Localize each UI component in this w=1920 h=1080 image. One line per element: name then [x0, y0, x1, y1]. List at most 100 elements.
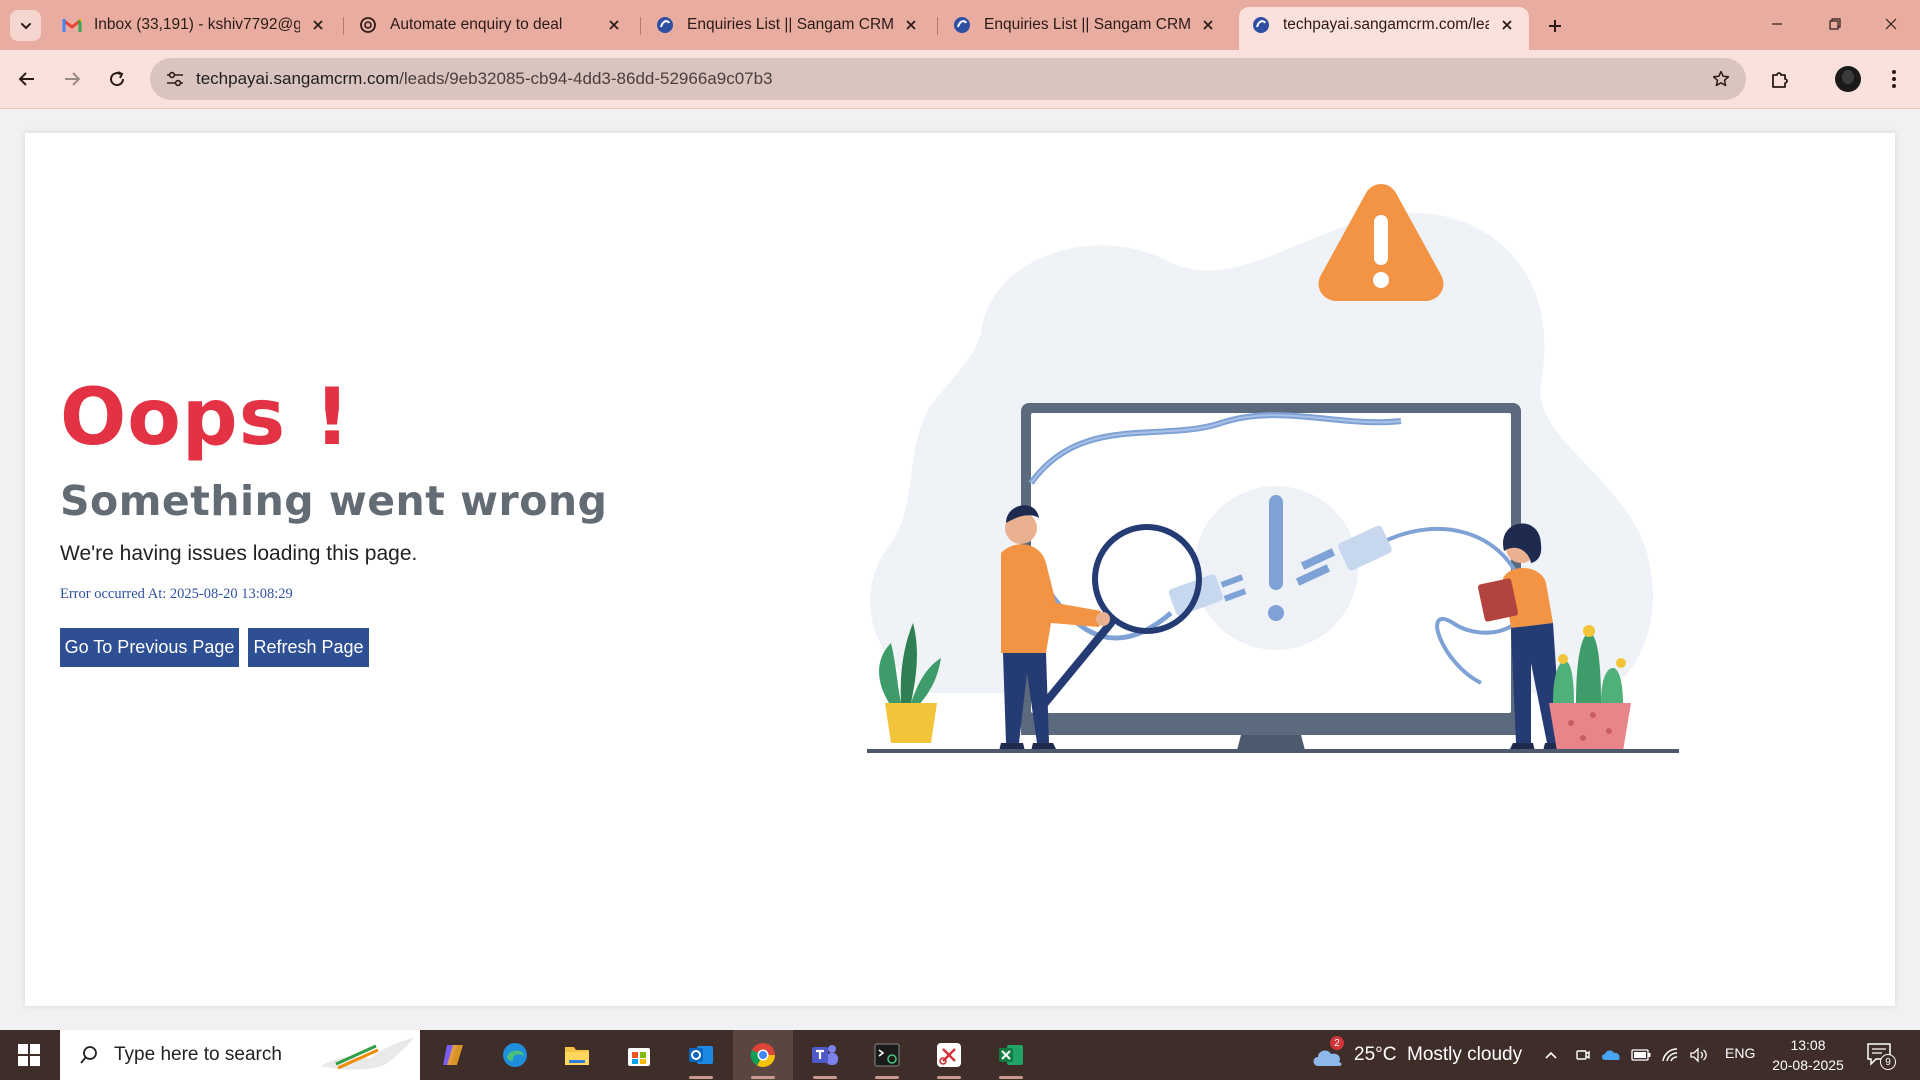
taskbar-outlook[interactable]	[671, 1030, 731, 1080]
taskbar-snipping-tool[interactable]	[919, 1030, 979, 1080]
taskbar-teams[interactable]	[795, 1030, 855, 1080]
page-viewport: Oops ! Something went wrong We're having…	[0, 109, 1920, 1030]
arrow-right-icon	[65, 72, 81, 86]
store-icon	[628, 1048, 650, 1066]
taskbar-chrome[interactable]	[733, 1030, 793, 1080]
close-icon[interactable]	[901, 15, 921, 35]
address-bar[interactable]: techpayai.sangamcrm.com/leads/9eb32085-c…	[150, 58, 1746, 100]
error-illustration	[867, 184, 1679, 753]
tab-title: Enquiries List || Sangam CRM	[687, 16, 893, 33]
windows-logo-icon	[18, 1044, 40, 1066]
refresh-page-button[interactable]: Refresh Page	[248, 628, 369, 667]
url-path: /leads/9eb32085-cb94-4dd3-86dd-52966a9c0…	[399, 69, 773, 88]
site-info-icon[interactable]	[160, 64, 190, 94]
go-to-previous-page-button[interactable]: Go To Previous Page	[60, 628, 239, 667]
volume-icon[interactable]	[1688, 1044, 1710, 1066]
tab-gmail[interactable]: Inbox (33,191) - kshiv7792@gmail.com - G…	[50, 8, 340, 42]
gmail-icon	[62, 15, 82, 35]
extensions-button[interactable]	[1763, 62, 1797, 96]
url-text: techpayai.sangamcrm.com/leads/9eb32085-c…	[196, 69, 773, 89]
notifications-button[interactable]: 9	[1866, 1042, 1896, 1070]
reload-button[interactable]	[100, 62, 134, 96]
folder-icon	[565, 1047, 589, 1065]
windows-taskbar: Type here to search 2 25°C Mostly cloudy…	[0, 1030, 1920, 1080]
tab-search-button[interactable]	[10, 10, 41, 41]
close-icon[interactable]	[604, 15, 624, 35]
sangam-crm-icon	[655, 15, 675, 35]
close-icon[interactable]	[1497, 15, 1517, 35]
taskbar-edge[interactable]	[485, 1030, 545, 1080]
tab-title: Automate enquiry to deal	[390, 16, 563, 33]
puzzle-icon	[1772, 72, 1788, 88]
chrome-icon	[750, 1043, 775, 1068]
close-icon[interactable]	[308, 15, 328, 35]
tab-title: Inbox (33,191) - kshiv7792@gmail.com - G…	[94, 16, 300, 33]
error-message: We're having issues loading this page.	[60, 542, 418, 565]
sangam-crm-icon	[1251, 15, 1271, 35]
close-window-button[interactable]	[1862, 0, 1920, 48]
taskbar-search[interactable]: Type here to search	[60, 1030, 420, 1080]
more-vertical-icon	[1892, 70, 1896, 88]
teams-icon	[812, 1045, 838, 1065]
tab-title: techpayai.sangamcrm.com/leads/9eb32085-c…	[1283, 15, 1489, 33]
meet-now-icon[interactable]	[1572, 1044, 1594, 1066]
error-heading: Something went wrong	[60, 477, 608, 525]
chevron-down-icon	[20, 22, 31, 29]
forward-button[interactable]	[55, 62, 89, 96]
running-indicator	[937, 1076, 961, 1079]
cloud-icon: 2	[1310, 1036, 1346, 1070]
minimize-icon	[1772, 23, 1782, 25]
wifi-icon[interactable]	[1660, 1044, 1682, 1066]
taskbar-store[interactable]	[609, 1030, 669, 1080]
terminal-icon	[874, 1043, 900, 1067]
search-placeholder: Type here to search	[114, 1044, 282, 1065]
oops-heading: Oops !	[60, 373, 351, 463]
tab-title: Enquiries List || Sangam CRM	[984, 16, 1190, 33]
running-indicator	[689, 1076, 713, 1079]
close-icon	[1885, 18, 1897, 30]
input-language[interactable]: ENG	[1725, 1045, 1755, 1061]
taskbar-excel[interactable]	[981, 1030, 1041, 1080]
running-indicator	[751, 1076, 775, 1079]
new-tab-button[interactable]	[1541, 12, 1569, 40]
search-highlight-bird-icon	[321, 1038, 414, 1070]
chatgpt-icon	[358, 15, 378, 35]
taskbar-file-explorer[interactable]	[547, 1030, 607, 1080]
onedrive-icon[interactable]	[1600, 1044, 1622, 1066]
error-timestamp: Error occurred At: 2025-08-20 13:08:29	[60, 586, 293, 602]
tab-separator	[640, 17, 641, 35]
taskbar-terminal[interactable]	[857, 1030, 917, 1080]
clock[interactable]: 13:08 20-08-2025	[1768, 1035, 1848, 1075]
edge-icon	[503, 1043, 527, 1067]
show-hidden-icons-button[interactable]	[1540, 1044, 1562, 1066]
outlook-icon	[689, 1046, 713, 1064]
tab-separator	[937, 17, 938, 35]
ground-line	[867, 749, 1679, 753]
battery-icon[interactable]	[1630, 1044, 1652, 1066]
snipping-tool-icon	[937, 1043, 961, 1067]
excel-icon	[999, 1045, 1023, 1065]
browser-menu-button[interactable]	[1877, 62, 1911, 96]
profile-button[interactable]	[1831, 62, 1865, 96]
tab-enquiries-list[interactable]: Enquiries List || Sangam CRM	[643, 8, 933, 42]
tab-enquiries-list-2[interactable]: Enquiries List || Sangam CRM	[940, 8, 1230, 42]
chevron-up-icon	[1545, 1051, 1557, 1059]
restore-icon	[1829, 18, 1841, 30]
sangam-crm-icon	[952, 15, 972, 35]
weather-text: 25°C Mostly cloudy	[1354, 1044, 1523, 1065]
search-icon	[74, 1040, 104, 1070]
start-button[interactable]	[0, 1030, 58, 1080]
browser-toolbar: techpayai.sangamcrm.com/leads/9eb32085-c…	[0, 50, 1920, 108]
tab-active-lead[interactable]: techpayai.sangamcrm.com/leads/9eb32085-c…	[1239, 7, 1529, 50]
restore-button[interactable]	[1806, 0, 1864, 48]
weather-widget[interactable]: 2 25°C Mostly cloudy	[1310, 1030, 1522, 1080]
plus-icon	[1549, 20, 1561, 32]
bookmark-star-icon[interactable]	[1706, 64, 1736, 94]
close-icon[interactable]	[1198, 15, 1218, 35]
minimize-button[interactable]	[1748, 0, 1806, 48]
tab-separator	[343, 17, 344, 35]
reload-icon	[110, 71, 125, 87]
taskbar-copilot[interactable]	[423, 1030, 483, 1080]
back-button[interactable]	[10, 62, 44, 96]
tab-automate-enquiry[interactable]: Automate enquiry to deal	[346, 8, 636, 42]
